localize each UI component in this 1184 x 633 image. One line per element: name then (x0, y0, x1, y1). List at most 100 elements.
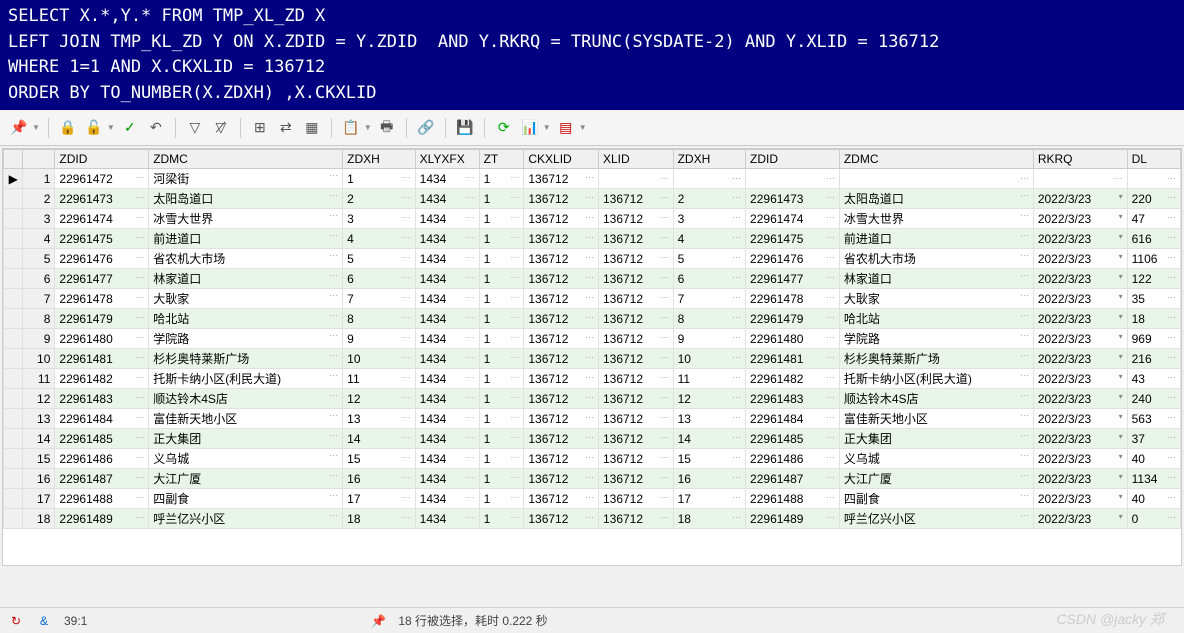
cell-zdxh-2[interactable]: 10⋯ (673, 349, 745, 369)
cell-zdid[interactable]: 22961480⋯ (55, 329, 149, 349)
cell-zdid[interactable]: 22961477⋯ (55, 269, 149, 289)
cell-zdxh[interactable]: 5⋯ (343, 249, 415, 269)
cell-xlyxfx[interactable]: 1434⋯ (415, 349, 479, 369)
cell-xlid[interactable]: 136712⋯ (598, 249, 673, 269)
export-button[interactable]: 📋 (340, 117, 362, 139)
cell-zdid[interactable]: 22961486⋯ (55, 449, 149, 469)
cell-rkrq[interactable]: 2022/3/23▾ (1033, 229, 1127, 249)
cell-xlyxfx[interactable]: 1434⋯ (415, 269, 479, 289)
cell-zdxh[interactable]: 15⋯ (343, 449, 415, 469)
cell-zdxh[interactable]: 18⋯ (343, 509, 415, 529)
cell-zdmc[interactable]: 四副食⋯ (149, 489, 343, 509)
col-header-xlyxfx[interactable]: XLYXFX (415, 150, 479, 169)
lock-button[interactable]: 🔒 (57, 117, 79, 139)
cell-xlyxfx[interactable]: 1434⋯ (415, 449, 479, 469)
chart-button[interactable]: 📊 (519, 117, 541, 139)
cell-xlid[interactable]: 136712⋯ (598, 309, 673, 329)
cell-dl[interactable]: 47⋯ (1127, 209, 1180, 229)
cell-zdmc[interactable]: 省农机大市场⋯ (149, 249, 343, 269)
cell-zdmc[interactable]: 托斯卡纳小区(利民大道)⋯ (149, 369, 343, 389)
cell-zdid[interactable]: 22961488⋯ (55, 489, 149, 509)
cell-zdid[interactable]: 22961481⋯ (55, 349, 149, 369)
table-row[interactable]: 522961476⋯省农机大市场⋯5⋯1434⋯1⋯136712⋯136712⋯… (4, 249, 1181, 269)
cell-rkrq[interactable]: 2022/3/23▾ (1033, 289, 1127, 309)
cell-zdxh[interactable]: 1⋯ (343, 169, 415, 189)
cell-zdmc[interactable]: 呼兰亿兴小区⋯ (149, 509, 343, 529)
cell-xlid[interactable]: 136712⋯ (598, 329, 673, 349)
refresh-indicator-icon[interactable]: ↻ (8, 613, 24, 629)
cell-zdxh[interactable]: 13⋯ (343, 409, 415, 429)
cell-zdmc-2[interactable]: 冰雪大世界⋯ (839, 209, 1033, 229)
cell-zdmc[interactable]: 大江广厦⋯ (149, 469, 343, 489)
cell-dl[interactable]: 616⋯ (1127, 229, 1180, 249)
cell-ckxlid[interactable]: 136712⋯ (524, 229, 599, 249)
cell-ckxlid[interactable]: 136712⋯ (524, 349, 599, 369)
cell-zt[interactable]: 1⋯ (479, 349, 524, 369)
cell-zdxh[interactable]: 6⋯ (343, 269, 415, 289)
cell-ckxlid[interactable]: 136712⋯ (524, 309, 599, 329)
cell-xlid[interactable]: 136712⋯ (598, 409, 673, 429)
cell-zdid-2[interactable]: 22961487⋯ (746, 469, 840, 489)
cell-dl[interactable]: 220⋯ (1127, 189, 1180, 209)
cell-dl[interactable]: 240⋯ (1127, 389, 1180, 409)
cell-zt[interactable]: 1⋯ (479, 469, 524, 489)
cell-zdxh[interactable]: 17⋯ (343, 489, 415, 509)
cell-zt[interactable]: 1⋯ (479, 169, 524, 189)
cell-zdmc[interactable]: 大耿家⋯ (149, 289, 343, 309)
swap-button[interactable]: ⇄ (275, 117, 297, 139)
cell-zt[interactable]: 1⋯ (479, 369, 524, 389)
cell-zdxh[interactable]: 2⋯ (343, 189, 415, 209)
col-header-dl[interactable]: DL (1127, 150, 1180, 169)
cell-zdxh[interactable]: 9⋯ (343, 329, 415, 349)
commit-button[interactable]: ✓ (119, 117, 141, 139)
cell-zdmc[interactable]: 杉杉奥特莱斯广场⋯ (149, 349, 343, 369)
cell-zdmc[interactable]: 义乌城⋯ (149, 449, 343, 469)
cell-zdid-2[interactable]: 22961477⋯ (746, 269, 840, 289)
cell-zdid[interactable]: 22961487⋯ (55, 469, 149, 489)
row-number-header[interactable] (23, 150, 55, 169)
row-marker[interactable] (4, 409, 23, 429)
cell-xlyxfx[interactable]: 1434⋯ (415, 309, 479, 329)
cell-xlyxfx[interactable]: 1434⋯ (415, 489, 479, 509)
cell-rkrq[interactable]: 2022/3/23▾ (1033, 509, 1127, 529)
cell-zdid[interactable]: 22961476⋯ (55, 249, 149, 269)
cell-dl[interactable]: 563⋯ (1127, 409, 1180, 429)
cell-zdxh-2[interactable]: 5⋯ (673, 249, 745, 269)
cell-zdmc-2[interactable]: ⋯ (839, 169, 1033, 189)
cell-zt[interactable]: 1⋯ (479, 509, 524, 529)
cell-ckxlid[interactable]: 136712⋯ (524, 469, 599, 489)
cell-dl[interactable]: 969⋯ (1127, 329, 1180, 349)
col-header-zt[interactable]: ZT (479, 150, 524, 169)
table-view-button[interactable]: ▤ (555, 117, 577, 139)
cell-zdxh-2[interactable]: 3⋯ (673, 209, 745, 229)
table-row[interactable]: 1322961484⋯富佳新天地小区⋯13⋯1434⋯1⋯136712⋯1367… (4, 409, 1181, 429)
cell-zdid-2[interactable]: ⋯ (746, 169, 840, 189)
row-marker[interactable] (4, 309, 23, 329)
cell-zdmc[interactable]: 冰雪大世界⋯ (149, 209, 343, 229)
cell-zdmc-2[interactable]: 顺达铃木4S店⋯ (839, 389, 1033, 409)
cell-zdid-2[interactable]: 22961475⋯ (746, 229, 840, 249)
cell-zdmc-2[interactable]: 义乌城⋯ (839, 449, 1033, 469)
cell-zdxh-2[interactable]: 2⋯ (673, 189, 745, 209)
cell-xlyxfx[interactable]: 1434⋯ (415, 509, 479, 529)
cell-dl[interactable]: 35⋯ (1127, 289, 1180, 309)
grid-button[interactable]: ▦ (301, 117, 323, 139)
cell-zdxh[interactable]: 4⋯ (343, 229, 415, 249)
cell-rkrq[interactable]: ⋯ (1033, 169, 1127, 189)
row-marker[interactable] (4, 229, 23, 249)
row-marker[interactable] (4, 209, 23, 229)
dropdown-icon[interactable]: ▼ (543, 123, 551, 132)
cell-zt[interactable]: 1⋯ (479, 229, 524, 249)
cell-xlyxfx[interactable]: 1434⋯ (415, 409, 479, 429)
cell-zdmc-2[interactable]: 林家道口⋯ (839, 269, 1033, 289)
cell-zdid[interactable]: 22961479⋯ (55, 309, 149, 329)
cell-rkrq[interactable]: 2022/3/23▾ (1033, 189, 1127, 209)
cell-dl[interactable]: 18⋯ (1127, 309, 1180, 329)
cell-xlid[interactable]: 136712⋯ (598, 229, 673, 249)
cell-zdxh-2[interactable]: 8⋯ (673, 309, 745, 329)
cell-zdxh-2[interactable]: 11⋯ (673, 369, 745, 389)
cell-zdmc-2[interactable]: 呼兰亿兴小区⋯ (839, 509, 1033, 529)
table-row[interactable]: 1822961489⋯呼兰亿兴小区⋯18⋯1434⋯1⋯136712⋯13671… (4, 509, 1181, 529)
cell-dl[interactable]: 216⋯ (1127, 349, 1180, 369)
cell-xlyxfx[interactable]: 1434⋯ (415, 189, 479, 209)
